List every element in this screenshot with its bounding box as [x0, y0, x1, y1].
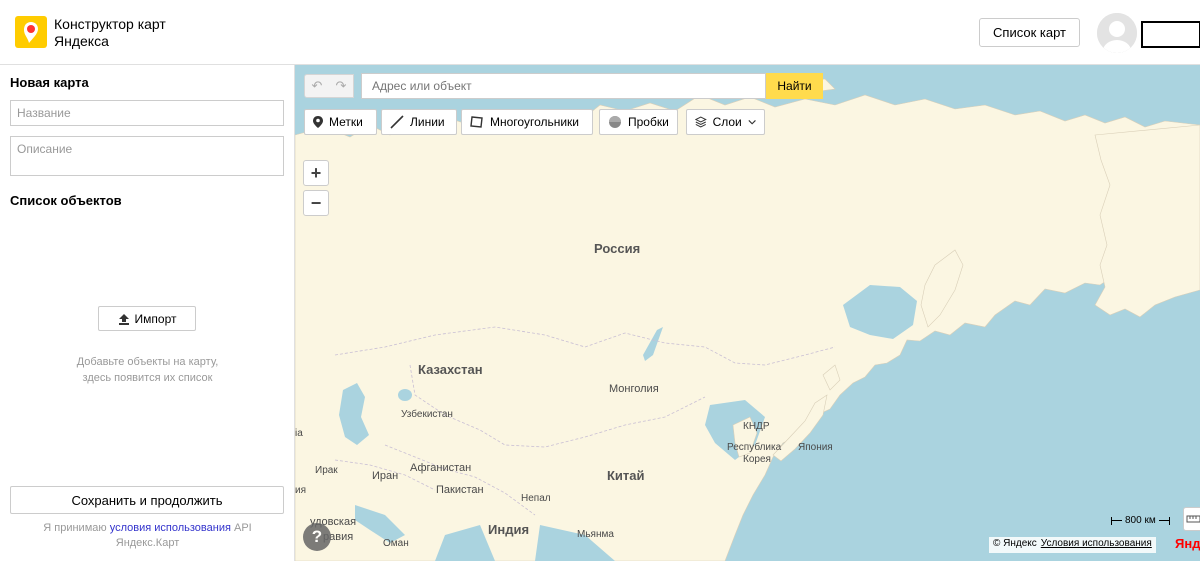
tool-layers-label: Слои: [712, 115, 742, 129]
terms-prefix: Я принимаю: [43, 522, 107, 534]
tool-traffic[interactable]: Пробки: [599, 109, 678, 135]
maps-list-button[interactable]: Список карт: [979, 18, 1080, 47]
map-copyright: © Яндекс Условия использования: [989, 537, 1156, 553]
terms-link[interactable]: условия использования: [110, 522, 231, 534]
undo-redo-group: ↶ ↷: [304, 74, 354, 98]
brand-line-2: Яндекса: [54, 33, 109, 49]
tool-layers[interactable]: Слои: [686, 109, 765, 135]
map-land-shapes: [295, 72, 1200, 561]
empty-hint-line-2: здесь появится их список: [82, 372, 213, 384]
map-label-afghanistan: Афганистан: [410, 462, 472, 474]
import-button-label: Импорт: [134, 311, 177, 326]
layers-icon: [695, 116, 707, 128]
map-label-mongolia: Монголия: [609, 383, 659, 395]
question-icon: ?: [311, 527, 323, 546]
yandex-logo-mark[interactable]: Янд: [1175, 536, 1200, 551]
map-label-myanmar: Мьянма: [577, 529, 614, 540]
ruler-icon: [1186, 515, 1200, 523]
tool-placemarks-label: Метки: [329, 115, 363, 129]
avatar[interactable]: [1097, 13, 1137, 53]
tool-polygons[interactable]: Многоугольники: [461, 109, 593, 135]
username-redacted[interactable]: [1141, 21, 1200, 48]
map-label-oman: Оман: [383, 538, 409, 549]
traffic-icon: [609, 116, 621, 128]
user-avatar-icon: [1097, 13, 1137, 53]
upload-icon: [118, 313, 129, 325]
brand-title[interactable]: Конструктор карт Яндекса: [54, 16, 166, 50]
undo-icon[interactable]: ↶: [305, 75, 329, 97]
zoom-out-button[interactable]: −: [303, 190, 329, 216]
map-label-iraq: Ирак: [315, 465, 338, 476]
plus-icon: +: [310, 162, 322, 183]
map-label-korea-republic-2: Корея: [743, 454, 771, 465]
brand-line-1: Конструктор карт: [54, 16, 166, 32]
map-name-input[interactable]: [10, 100, 284, 126]
scale-label: 800 км: [1125, 515, 1156, 526]
map-label-pakistan: Пакистан: [436, 484, 484, 496]
save-and-continue-button[interactable]: Сохранить и продолжить: [10, 486, 284, 514]
tool-polygons-label: Многоугольники: [490, 115, 580, 129]
zoom-in-button[interactable]: +: [303, 160, 329, 186]
empty-hint-line-1: Добавьте объекты на карту,: [76, 356, 219, 368]
redo-icon[interactable]: ↷: [329, 75, 353, 97]
new-map-title: Новая карта: [10, 75, 89, 90]
empty-objects-hint: Добавьте объекты на карту, здесь появитс…: [0, 354, 295, 386]
map-search-input[interactable]: [361, 73, 766, 99]
map-label-korea-republic: Республика: [727, 442, 782, 453]
map-label-russia: Россия: [594, 241, 641, 256]
minus-icon: −: [310, 192, 322, 213]
sidebar: Новая карта Список объектов Импорт Добав…: [0, 65, 295, 561]
map-scale: 800 км: [1111, 515, 1170, 526]
objects-list-title: Список объектов: [10, 193, 122, 208]
terms-line-2: Яндекс.Карт: [115, 537, 180, 549]
map-canvas[interactable]: Россия Казахстан Монголия Китай Индия Уз…: [295, 65, 1200, 561]
map-label-uzbekistan: Узбекистан: [401, 409, 453, 420]
map-label-india: Индия: [488, 522, 530, 537]
map-label-edge-1: ia: [295, 428, 303, 439]
ruler-button[interactable]: [1183, 507, 1200, 531]
yandex-maps-logo-icon[interactable]: [15, 16, 47, 48]
tool-lines-label: Линии: [410, 115, 445, 129]
map-label-dprk: КНДР: [743, 421, 770, 432]
import-button[interactable]: Импорт: [98, 306, 196, 331]
map-label-nepal: Непал: [521, 493, 551, 504]
chevron-down-icon: [748, 119, 756, 125]
polygon-icon: [470, 116, 483, 128]
line-icon: [390, 115, 404, 129]
map-description-input[interactable]: [10, 136, 284, 176]
map-label-kazakhstan: Казахстан: [418, 362, 483, 377]
copyright-text: © Яндекс: [993, 538, 1037, 549]
terms-text: Я принимаю условия использования API Янд…: [0, 521, 295, 551]
help-button[interactable]: ?: [303, 523, 331, 551]
tool-traffic-label: Пробки: [628, 115, 669, 129]
terms-suffix: API: [233, 522, 252, 534]
map-label-china: Китай: [607, 468, 645, 483]
tool-lines[interactable]: Линии: [381, 109, 457, 135]
search-button[interactable]: Найти: [766, 73, 823, 99]
placemark-icon: [313, 116, 323, 128]
map-label-edge-2: ия: [295, 485, 307, 496]
header: Конструктор карт Яндекса Список карт: [0, 0, 1200, 65]
map-terms-link[interactable]: Условия использования: [1041, 538, 1152, 552]
map-label-iran: Иран: [372, 470, 399, 482]
tool-placemarks[interactable]: Метки: [304, 109, 377, 135]
map-label-japan: Япония: [798, 442, 833, 453]
